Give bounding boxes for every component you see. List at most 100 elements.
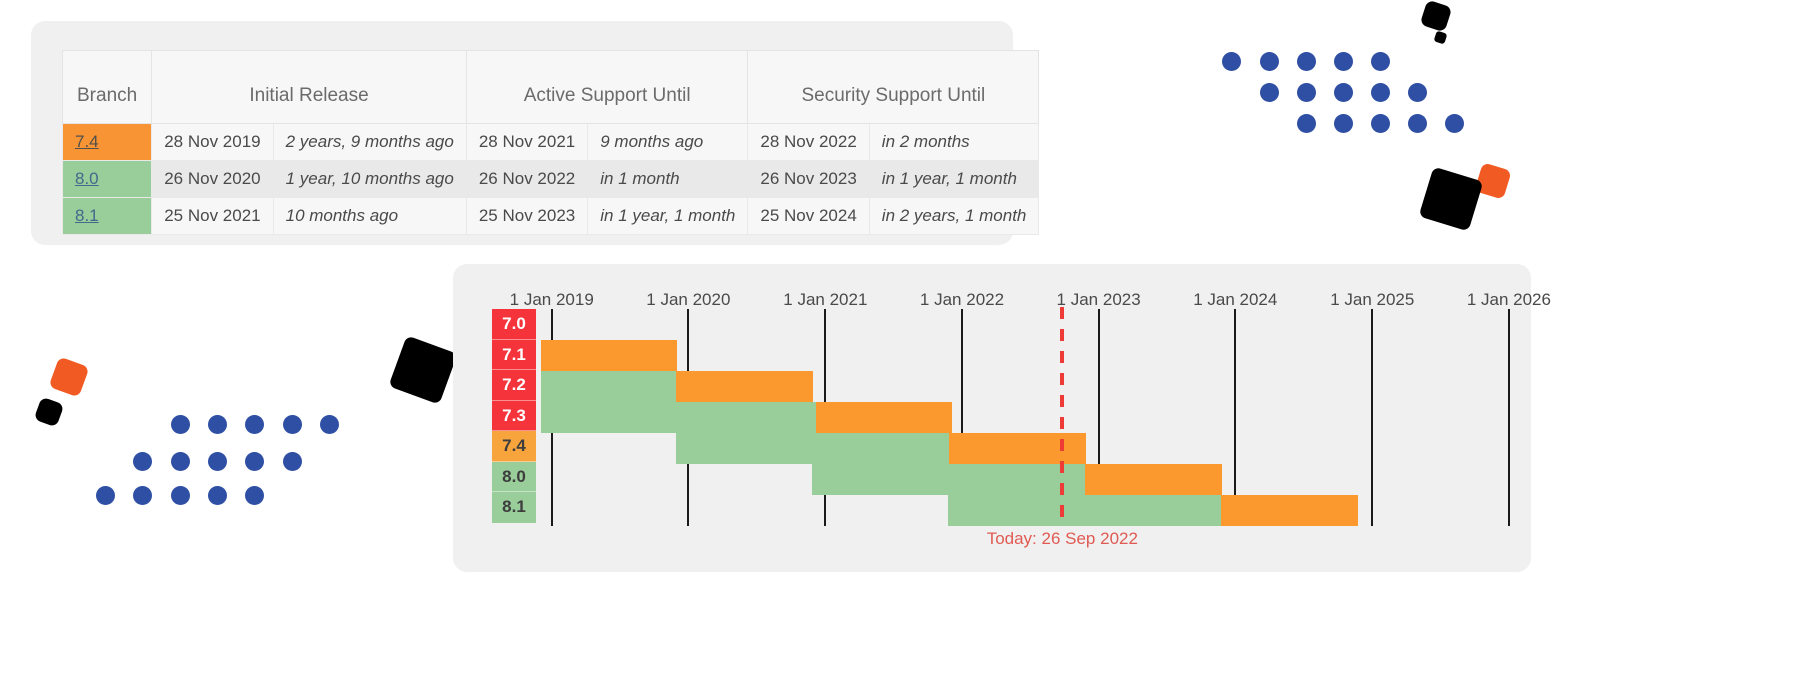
decorative-square-black-tiny-a	[1433, 30, 1448, 45]
initial-release-relative: 10 months ago	[272, 197, 467, 235]
column-header-security-support: Security Support Until	[747, 50, 1040, 124]
decorative-dot	[96, 486, 115, 505]
decorative-dot	[1371, 83, 1390, 102]
decorative-dot	[1260, 52, 1279, 71]
support-timeline-chart: 1 Jan 2019 1 Jan 2020 1 Jan 2021 1 Jan 2022…	[453, 264, 1551, 572]
initial-release-relative: 2 years, 9 months ago	[272, 123, 467, 161]
timeline-bar-8.1-security	[1221, 495, 1359, 526]
column-header-branch: Branch	[61, 50, 153, 124]
decorative-dot	[283, 452, 302, 471]
table-row: 8.0 26 Nov 2020 1 year, 10 months ago 26 No…	[61, 160, 1040, 198]
security-support-date: 28 Nov 2022	[747, 123, 870, 161]
today-marker-label: Today: 26 Sep 2022	[986, 529, 1138, 548]
decorative-square-black-large-b	[388, 335, 458, 405]
axis-tick-label: 1 Jan 2022	[919, 290, 1005, 309]
active-support-relative: in 1 month	[587, 160, 749, 198]
security-support-date: 25 Nov 2024	[747, 197, 870, 235]
table-body: 7.4 28 Nov 2019 2 years, 9 months ago 28 No…	[61, 123, 1040, 235]
decorative-dot	[245, 415, 264, 434]
release-support-table: Branch Initial Release Active Support Un…	[61, 50, 1040, 235]
decorative-dot	[283, 415, 302, 434]
decorative-square-black-small-b	[33, 396, 65, 428]
branch-label-7.3: 7.3	[492, 400, 536, 431]
decorative-square-orange-b	[48, 356, 90, 398]
branch-label-column: 7.0 7.1 7.2 7.3 7.4 8.0 8.1	[492, 309, 536, 523]
decorative-dot	[133, 486, 152, 505]
branch-link-8.0[interactable]: 8.0	[75, 169, 99, 188]
axis-tick-label: 1 Jan 2024	[1193, 290, 1278, 309]
decorative-dot	[1297, 114, 1316, 133]
timeline-row-8.0	[536, 464, 1531, 495]
table-row: 8.1 25 Nov 2021 10 months ago 25 Nov 2023 in…	[61, 197, 1040, 235]
timeline-bar-8.0-security	[1085, 464, 1222, 495]
decorative-dot	[1222, 52, 1241, 71]
branch-label-8.0: 8.0	[492, 461, 536, 492]
timeline-row-7.1	[536, 340, 1531, 371]
table-header: Branch Initial Release Active Support Un…	[61, 50, 1040, 124]
table-header-row: Branch Initial Release Active Support Un…	[61, 50, 1040, 124]
decorative-dot	[1297, 52, 1316, 71]
column-header-active-support: Active Support Until	[465, 50, 749, 124]
security-support-relative: in 2 months	[868, 123, 1040, 161]
branch-label-7.1: 7.1	[492, 339, 536, 370]
decorative-dot	[208, 452, 227, 471]
branch-label-7.4: 7.4	[492, 431, 536, 462]
column-header-initial-release: Initial Release	[151, 50, 467, 124]
active-support-date: 26 Nov 2022	[465, 160, 589, 198]
branch-label-7.0: 7.0	[492, 309, 536, 340]
timeline-row-7.2	[536, 371, 1531, 402]
decorative-dot	[320, 415, 339, 434]
branch-link-7.4[interactable]: 7.4	[75, 132, 99, 151]
decorative-dot	[1371, 52, 1390, 71]
decorative-dot	[208, 415, 227, 434]
initial-release-date: 28 Nov 2019	[151, 123, 274, 161]
timeline-bar-7.4-active	[675, 433, 950, 464]
axis-tick-label: 1 Jan 2025	[1330, 290, 1415, 309]
decorative-dot	[1260, 83, 1279, 102]
decorative-dot	[1334, 52, 1353, 71]
active-support-relative: in 1 year, 1 month	[587, 197, 749, 235]
timeline-bar-8.1-active	[948, 495, 1222, 526]
decorative-dot	[133, 452, 152, 471]
decorative-dot	[1371, 114, 1390, 133]
decorative-dot	[1408, 83, 1427, 102]
branch-link-8.1[interactable]: 8.1	[75, 206, 99, 225]
axis-tick-label: 1 Jan 2021	[783, 290, 868, 309]
branch-cell: 7.4	[61, 123, 153, 161]
decorative-dot	[1445, 114, 1464, 133]
branch-cell: 8.1	[61, 197, 153, 235]
decorative-dot	[171, 415, 190, 434]
decorative-dot	[1334, 114, 1353, 133]
decorative-dot	[208, 486, 227, 505]
support-timeline-card: 1 Jan 2019 1 Jan 2020 1 Jan 2021 1 Jan 2022…	[453, 264, 1551, 572]
timeline-bar-7.3-security	[815, 402, 953, 433]
decorative-dot	[1297, 83, 1316, 102]
initial-release-relative: 1 year, 10 months ago	[272, 160, 467, 198]
initial-release-date: 25 Nov 2021	[151, 197, 274, 235]
active-support-date: 28 Nov 2021	[465, 123, 589, 161]
timeline-bar-7.1-security	[540, 340, 677, 371]
decorative-dot	[171, 486, 190, 505]
page-root: Branch Initial Release Active Support Un…	[0, 0, 1820, 692]
timeline-bar-7.2-active	[540, 371, 677, 402]
decorative-dot	[245, 486, 264, 505]
branch-label-8.1: 8.1	[492, 492, 536, 523]
timeline-bar-7.4-security	[949, 433, 1086, 464]
axis-tick-label: 1 Jan 2023	[1056, 290, 1141, 309]
security-support-date: 26 Nov 2023	[747, 160, 870, 198]
decorative-dot	[171, 452, 190, 471]
decorative-square-black-large-a	[1418, 166, 1484, 232]
timeline-bar-7.3-active	[540, 402, 816, 433]
axis-tick-label: 1 Jan 2026	[1466, 290, 1551, 309]
axis-tick-label: 1 Jan 2020	[646, 290, 731, 309]
release-table-card: Branch Initial Release Active Support Un…	[31, 21, 1040, 245]
initial-release-date: 26 Nov 2020	[151, 160, 274, 198]
decorative-square-black-small-a	[1419, 0, 1453, 33]
decorative-dot	[245, 452, 264, 471]
timeline-row-8.1	[536, 495, 1531, 526]
table-row: 7.4 28 Nov 2019 2 years, 9 months ago 28 No…	[61, 123, 1040, 161]
today-marker-line	[1060, 307, 1065, 527]
timeline-bar-area	[536, 309, 1531, 526]
timeline-bar-8.0-active	[811, 464, 1086, 495]
branch-label-7.2: 7.2	[492, 370, 536, 401]
